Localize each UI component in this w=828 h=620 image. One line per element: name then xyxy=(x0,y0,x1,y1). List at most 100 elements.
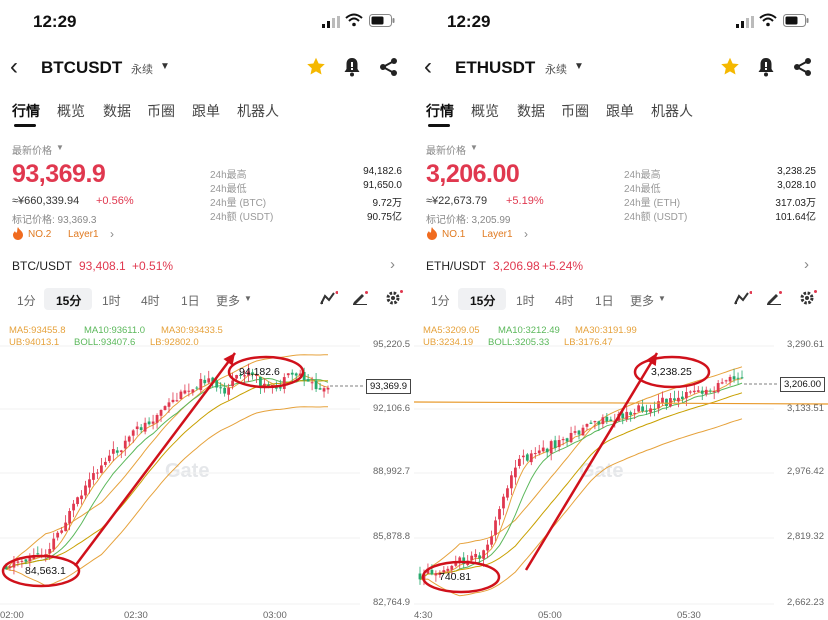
candle-body xyxy=(318,388,322,390)
candle-body xyxy=(688,391,692,393)
candle-body xyxy=(708,390,712,392)
candle-body xyxy=(700,390,704,394)
candle-body xyxy=(28,558,32,562)
candle-body xyxy=(64,522,68,532)
annotations xyxy=(1,352,364,588)
candle-body xyxy=(430,569,434,575)
candle-body xyxy=(84,485,87,496)
candle-body xyxy=(665,398,668,407)
candle-body xyxy=(322,388,326,392)
candle-body xyxy=(215,380,219,388)
candle-body xyxy=(454,563,458,566)
candle-body xyxy=(506,488,509,498)
candle-body xyxy=(219,387,223,389)
annotation-high-label: 3,238.25 xyxy=(651,366,692,378)
candle-body xyxy=(171,399,175,403)
candle-body xyxy=(545,448,549,453)
kline-chart[interactable] xyxy=(414,0,828,620)
candle-body xyxy=(80,495,83,500)
time-tick: 03:00 xyxy=(263,610,287,620)
boll-lower-line xyxy=(419,418,743,597)
candle-body xyxy=(60,530,64,533)
candle-body xyxy=(139,427,143,430)
candle-body xyxy=(227,387,231,395)
candle-body xyxy=(278,387,282,389)
candlesticks xyxy=(4,363,330,575)
axis-tick: 2,662.23 xyxy=(787,597,824,608)
annotation-low-label: 740.81 xyxy=(439,571,472,583)
time-tick: 05:00 xyxy=(538,610,562,620)
candle-body xyxy=(645,410,648,412)
candle-body xyxy=(36,553,40,555)
axis-tick: 85,878.8 xyxy=(373,531,410,542)
time-tick: 02:00 xyxy=(0,610,24,620)
candle-body xyxy=(593,421,597,423)
candle-body xyxy=(525,454,529,461)
candle-body xyxy=(720,382,724,384)
axis-tick: 3,290.61 xyxy=(787,339,824,350)
candle-body xyxy=(56,532,60,538)
candle-body xyxy=(159,410,163,416)
candle-body xyxy=(163,406,167,410)
eth-panel: 12:29 ‹ ETHUSDT 永续 ▼ 行情 概览 数据 币圈 跟单 机器人 … xyxy=(414,0,828,620)
candle-body xyxy=(597,421,601,425)
candle-body xyxy=(231,380,234,387)
candle-body xyxy=(470,555,474,561)
candle-body xyxy=(88,479,91,488)
axis-tick: 88,992.7 xyxy=(373,466,410,477)
candle-body xyxy=(434,573,438,576)
time-tick: 05:30 xyxy=(677,610,701,620)
candle-body xyxy=(486,544,489,551)
candle-body xyxy=(119,450,123,452)
candle-body xyxy=(557,440,561,448)
candle-body xyxy=(637,405,641,412)
candle-body xyxy=(151,421,155,424)
time-tick: 4:30 xyxy=(414,610,433,620)
candle-body xyxy=(577,430,581,435)
candle-body xyxy=(286,373,290,376)
candle-body xyxy=(207,378,211,383)
candle-body xyxy=(282,377,286,389)
candle-body xyxy=(684,392,688,399)
candle-body xyxy=(740,377,744,379)
candle-body xyxy=(326,387,330,390)
candle-body xyxy=(696,390,700,392)
candle-body xyxy=(569,432,573,443)
ma30-line xyxy=(419,392,743,580)
candle-body xyxy=(533,453,537,455)
candle-body xyxy=(48,548,52,554)
axis-tick: 82,764.9 xyxy=(373,597,410,608)
candle-body xyxy=(191,389,195,393)
candle-body xyxy=(183,390,187,394)
candle-body xyxy=(290,372,294,375)
candle-body xyxy=(529,453,533,463)
candle-body xyxy=(724,380,728,382)
candle-body xyxy=(549,441,553,454)
candle-body xyxy=(502,496,505,509)
candle-body xyxy=(203,379,207,384)
kline-chart[interactable] xyxy=(0,0,414,620)
axis-tick: 2,819.32 xyxy=(787,531,824,542)
candle-body xyxy=(294,373,298,376)
candle-body xyxy=(517,458,521,466)
axis-tick: 92,106.6 xyxy=(373,403,410,414)
candle-body xyxy=(490,536,493,545)
annotation-high-label: 94,182.6 xyxy=(239,366,280,378)
candle-body xyxy=(498,509,501,520)
candle-body xyxy=(541,447,545,452)
candle-body xyxy=(175,400,179,402)
candle-body xyxy=(450,565,454,570)
candle-body xyxy=(8,566,12,568)
time-tick: 02:30 xyxy=(124,610,148,620)
bollinger-bands xyxy=(5,354,329,587)
candle-body xyxy=(661,397,664,403)
candle-body xyxy=(474,553,478,558)
candle-body xyxy=(143,422,147,432)
candle-body xyxy=(310,382,314,384)
candle-body xyxy=(127,436,131,442)
candle-body xyxy=(521,455,525,458)
candle-body xyxy=(677,397,680,402)
candle-body xyxy=(52,538,56,550)
candle-body xyxy=(20,560,24,562)
candle-body xyxy=(704,389,708,395)
